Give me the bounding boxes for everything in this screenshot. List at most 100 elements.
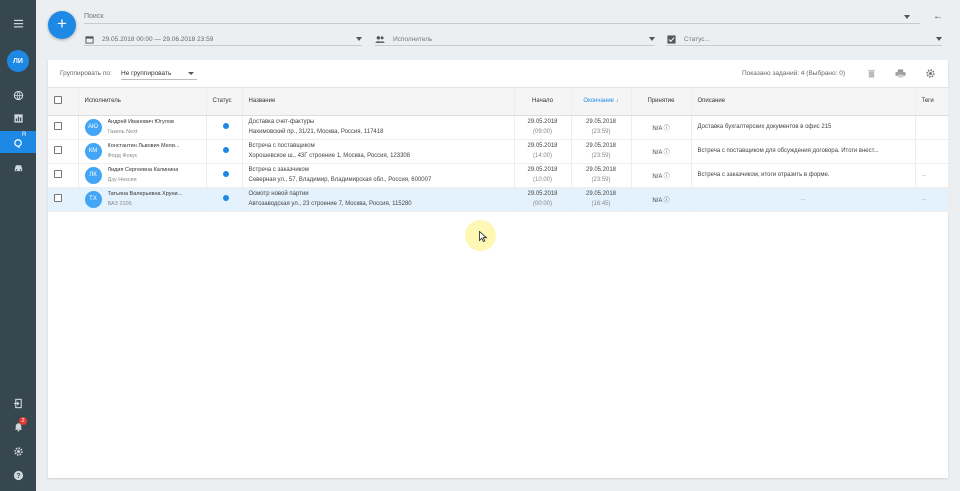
- group-by-value: Не группировать: [121, 70, 172, 77]
- row-select-cell[interactable]: [48, 139, 79, 164]
- row-checkbox[interactable]: [54, 146, 62, 154]
- executor-name: Константин Львович Мели...: [107, 143, 180, 149]
- executor-filter[interactable]: Исполнитель: [375, 33, 655, 46]
- group-by-caret[interactable]: [188, 72, 194, 75]
- title-cell: Осмотр новой партии Автозаводская ул., 23…: [242, 187, 515, 212]
- date-range-filter[interactable]: 29.05.2018 00:00 — 29.06.2018 23:59: [84, 33, 362, 46]
- delete-icon[interactable]: [865, 67, 877, 79]
- col-description[interactable]: Описание: [691, 88, 916, 116]
- tasks-card: Группировать по: Не группировать Показан…: [48, 60, 949, 478]
- table-row[interactable]: АЮ Андрей Иванович Югулов Газель Next Дост…: [48, 115, 949, 140]
- row-select-cell[interactable]: [48, 115, 79, 140]
- col-title[interactable]: Название: [242, 88, 515, 116]
- accepted-cell: N/A ⓘ: [631, 115, 692, 140]
- start-time: (10:00): [532, 177, 552, 183]
- sort-down-icon: ↓: [615, 98, 619, 105]
- start-cell: 29.05.2018 (10:00): [514, 163, 572, 188]
- end-time: (23:59): [591, 129, 611, 135]
- search-dropdown-caret[interactable]: [904, 14, 910, 19]
- task-title: Доставка счет-фактуры: [248, 119, 315, 125]
- shown-tasks-count: Показано заданий: 4 (Выбрано: 0): [742, 70, 846, 77]
- date-dropdown-caret[interactable]: [356, 37, 362, 41]
- table-row[interactable]: КМ Константин Львович Мели... Форд Фокус В…: [48, 139, 949, 164]
- tags-cell: ...: [915, 163, 949, 188]
- help-circle-icon[interactable]: ⓘ: [664, 174, 670, 180]
- avatar: ТХ: [84, 190, 102, 208]
- status-cell: [206, 163, 243, 188]
- logout-icon[interactable]: [0, 392, 36, 414]
- row-checkbox[interactable]: [54, 122, 62, 130]
- end-cell: 29.05.2018 (23:59): [571, 139, 632, 164]
- title-cell: Встреча с заказчиком Северная ул., 57, Вл…: [242, 163, 515, 188]
- executor-name: Лидия Сергеевна Калинина: [107, 167, 179, 173]
- search-input[interactable]: [84, 13, 904, 20]
- accepted-cell: N/A ⓘ: [631, 139, 692, 164]
- table-row[interactable]: ТХ Татьяна Валерьевна Хруни... ВАЗ 2106 Ос…: [48, 187, 949, 212]
- start-date: 29.05.2018: [527, 191, 558, 197]
- select-all-checkbox[interactable]: [54, 96, 62, 105]
- bell-icon[interactable]: 2: [0, 415, 36, 437]
- sidebar: ЛИ R 2 ?: [0, 0, 36, 491]
- add-task-button[interactable]: +: [48, 11, 76, 39]
- row-select-cell[interactable]: [48, 163, 79, 188]
- end-time: (16:45): [591, 201, 611, 207]
- checkbox-icon[interactable]: [666, 34, 676, 44]
- select-all-cell[interactable]: [48, 88, 79, 116]
- print-icon[interactable]: [894, 67, 906, 79]
- search-bar[interactable]: [84, 10, 920, 24]
- table-row[interactable]: ЛК Лидия Сергеевна Калинина Дэу Нексия Вст…: [48, 163, 949, 188]
- globe-icon[interactable]: [0, 84, 36, 106]
- help-circle-icon[interactable]: ⓘ: [664, 198, 670, 204]
- col-end[interactable]: Окончание ↓: [571, 88, 632, 116]
- executor-name: Татьяна Валерьевна Хруни...: [107, 191, 183, 197]
- accepted-value: N/A: [652, 149, 662, 156]
- user-avatar[interactable]: ЛИ: [0, 48, 36, 74]
- col-status[interactable]: Статус: [206, 88, 243, 116]
- start-time: (09:00): [532, 129, 552, 135]
- start-cell: 29.05.2018 (09:00): [514, 115, 572, 140]
- executor-dropdown-caret[interactable]: [649, 37, 655, 41]
- status-cell: [206, 139, 243, 164]
- start-date: 29.05.2018: [527, 167, 558, 173]
- status-filter[interactable]: Статус...: [666, 33, 942, 46]
- end-date: 29.05.2018: [585, 143, 617, 149]
- executor-cell: ТХ Татьяна Валерьевна Хруни... ВАЗ 2106: [78, 187, 207, 212]
- mouse-cursor-icon: [479, 231, 487, 242]
- avatar-initials: ЛИ: [7, 50, 29, 72]
- status-dot: [222, 147, 229, 153]
- status-placeholder: Статус...: [684, 35, 710, 43]
- end-cell: 29.05.2018 (23:59): [571, 163, 632, 188]
- col-accepted[interactable]: Принятие: [631, 88, 692, 116]
- tags-cell: ...: [915, 187, 949, 212]
- menu-icon[interactable]: [0, 12, 36, 34]
- group-by-select[interactable]: Не группировать: [121, 68, 197, 80]
- title-cell: Встреча с поставщиком Хорошевское ш., 43Г…: [242, 139, 515, 164]
- avatar: КМ: [84, 142, 102, 160]
- col-start[interactable]: Начало: [514, 88, 572, 116]
- tasks-table: Исполнитель Статус Название Начало Оконч…: [48, 88, 949, 212]
- settings-icon[interactable]: [924, 67, 936, 79]
- status-dropdown-caret[interactable]: [936, 37, 942, 41]
- gear-icon[interactable]: [0, 440, 36, 462]
- task-address: Хорошевское ш., 43Г строение 1, Москва, …: [248, 153, 411, 159]
- car-icon[interactable]: [0, 156, 36, 178]
- row-checkbox[interactable]: [54, 194, 62, 202]
- task-title: Встреча с поставщиком: [248, 143, 315, 149]
- back-arrow-icon[interactable]: ←: [933, 11, 943, 22]
- col-executor[interactable]: Исполнитель: [78, 88, 207, 116]
- help-circle-icon[interactable]: ⓘ: [664, 126, 670, 132]
- accepted-value: N/A: [652, 173, 662, 180]
- end-time: (23:59): [591, 153, 611, 159]
- description-cell: Доставка бухгалтерских документов в офис…: [691, 115, 916, 140]
- table-toolbar: Группировать по: Не группировать Показан…: [48, 60, 948, 88]
- status-cell: [206, 115, 243, 140]
- help-circle-icon[interactable]: ⓘ: [664, 150, 670, 156]
- task-title: Встреча с заказчиком: [248, 167, 309, 173]
- tasks-icon[interactable]: R: [0, 131, 36, 153]
- start-cell: 29.05.2018 (14:00): [514, 139, 572, 164]
- col-tags[interactable]: Теги: [915, 88, 949, 116]
- help-icon[interactable]: ?: [0, 464, 36, 486]
- row-checkbox[interactable]: [54, 170, 62, 178]
- reports-icon[interactable]: [0, 107, 36, 129]
- row-select-cell[interactable]: [48, 187, 79, 212]
